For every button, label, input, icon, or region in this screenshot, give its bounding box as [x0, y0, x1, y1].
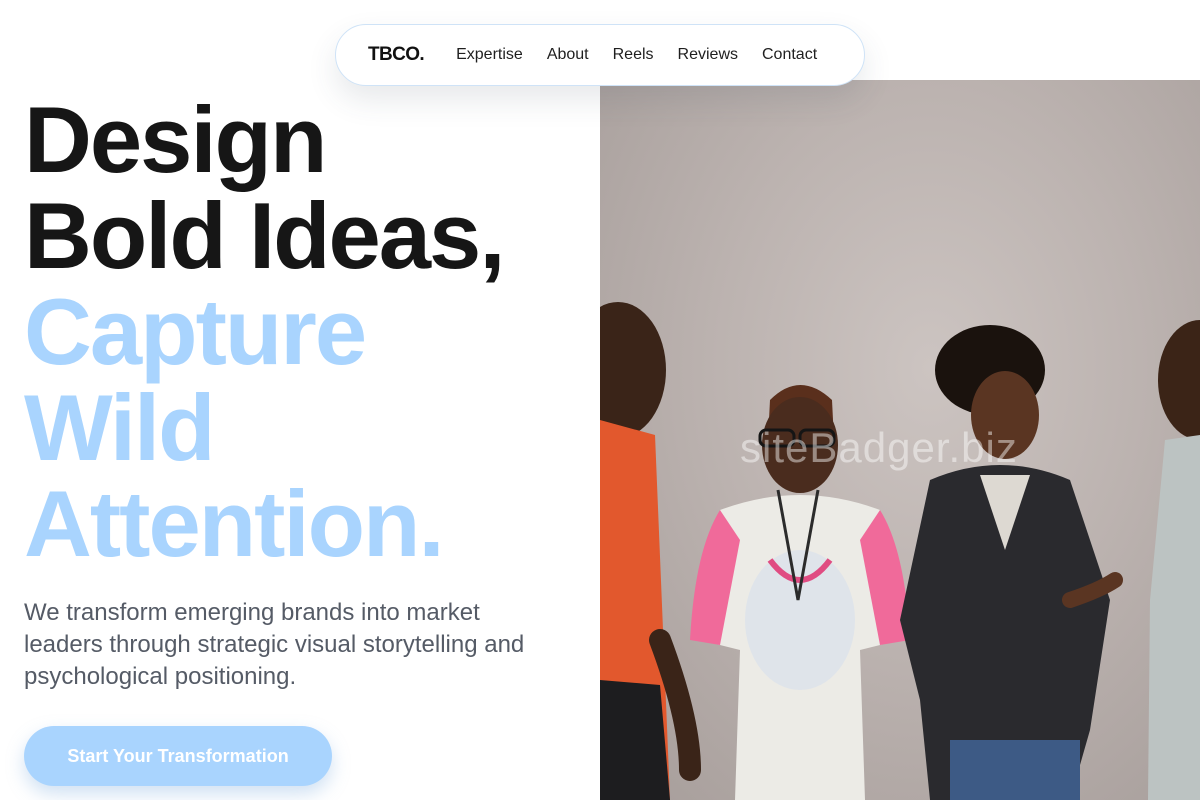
nav-link-reviews[interactable]: Reviews	[678, 46, 738, 64]
nav-link-expertise[interactable]: Expertise	[456, 46, 523, 64]
start-transformation-button[interactable]: Start Your Transformation	[24, 726, 332, 786]
nav-link-reels[interactable]: Reels	[613, 46, 654, 64]
hero-image: siteBadger.biz	[600, 80, 1200, 800]
image-watermark: siteBadger.biz	[740, 424, 1018, 471]
top-navigation: TBCO. Expertise About Reels Reviews Cont…	[335, 24, 865, 86]
hero-subtext: We transform emerging brands into market…	[24, 599, 525, 690]
brand-logo[interactable]: TBCO.	[368, 44, 425, 66]
person-woman-blazer	[900, 325, 1123, 800]
headline-line-2: Bold Ideas,	[24, 183, 505, 288]
hero-headline: Design Bold Ideas, Capture Wild Attentio…	[24, 87, 505, 576]
nav-link-contact[interactable]: Contact	[762, 46, 817, 64]
headline-line-1: Design	[24, 87, 327, 192]
page: TBCO. Expertise About Reels Reviews Cont…	[0, 0, 1200, 800]
nav-link-about[interactable]: About	[547, 46, 589, 64]
person-left	[600, 302, 701, 800]
headline-accent-line-3: Attention.	[24, 471, 445, 576]
headline-accent-line-1: Capture	[24, 279, 367, 384]
person-right	[1148, 320, 1200, 800]
headline-accent-line-2: Wild	[24, 375, 216, 480]
